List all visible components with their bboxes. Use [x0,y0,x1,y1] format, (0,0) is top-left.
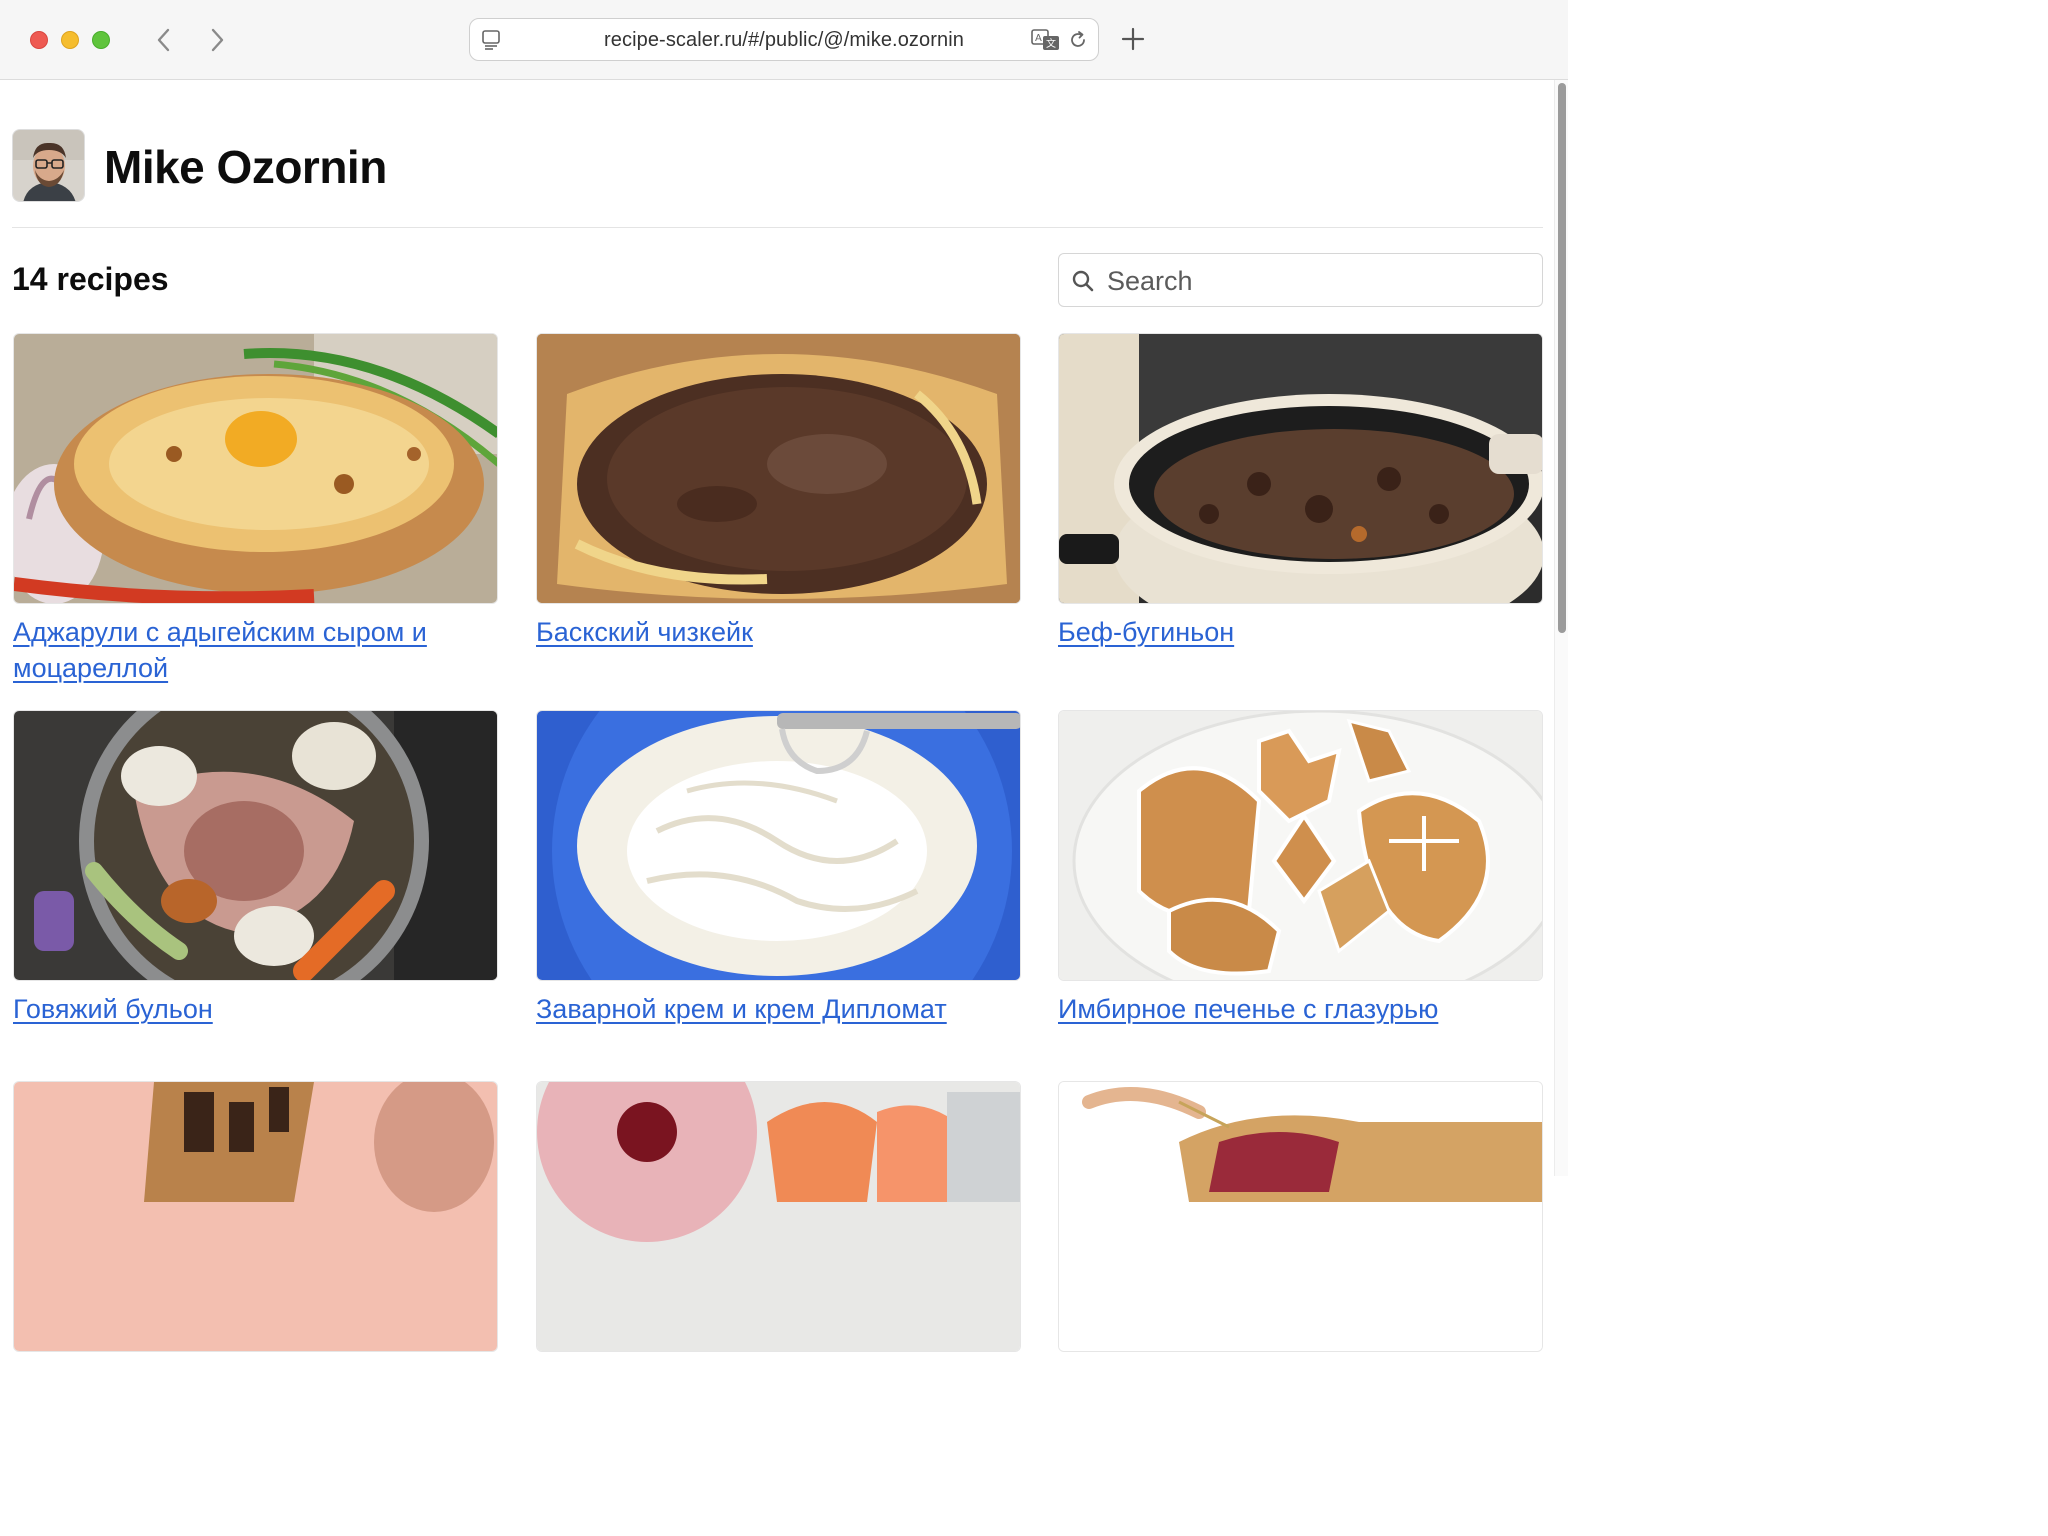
avatar [12,129,85,202]
recipe-photo[interactable] [536,1081,1021,1352]
recipe-photo[interactable] [1058,710,1543,981]
recipe-link[interactable]: Аджарули с адыгейским сыром и моцареллой [13,617,427,683]
header-divider [12,227,1543,228]
recipe-photo[interactable] [1058,1081,1543,1352]
forward-icon [211,28,224,52]
scrollbar[interactable] [1554,80,1568,1176]
zoom-window-button[interactable] [92,31,110,49]
search-icon [1071,269,1095,298]
scrollbar-thumb[interactable] [1558,83,1566,633]
minimize-window-button[interactable] [61,31,79,49]
url-text: recipe-scaler.ru/#/public/@/mike.ozornin [603,29,964,51]
svg-text:文: 文 [1046,37,1056,50]
close-window-button[interactable] [30,31,48,49]
recipe-link[interactable]: Имбирное печенье с глазурью [1058,994,1438,1024]
new-tab-icon [1121,27,1145,51]
browser-toolbar: recipe-scaler.ru/#/public/@/mike.ozornin… [0,0,1568,80]
recipe-photo[interactable] [13,1081,498,1352]
reload-icon[interactable] [1067,29,1089,56]
back-button[interactable] [148,24,180,56]
recipe-link[interactable]: Заварной крем и крем Дипломат [536,994,947,1024]
recipe-card [13,1081,498,1362]
translate-icon[interactable]: A文 [1031,28,1061,57]
recipe-link[interactable]: Беф-бугиньон [1058,617,1234,647]
recipe-photo[interactable] [536,333,1021,604]
recipe-card: Говяжий бульон [13,710,498,1027]
recipe-card [536,1081,1021,1362]
recipe-card: Заварной крем и крем Дипломат [536,710,1021,1027]
recipe-photo[interactable] [13,710,498,981]
recipe-card: Беф-бугиньон [1058,333,1543,650]
search-input[interactable] [1107,264,1527,298]
back-icon [157,28,170,52]
search-box [1058,253,1543,307]
svg-text:A: A [1035,33,1042,44]
recipe-card [1058,1081,1543,1362]
recipe-photo[interactable] [1058,333,1543,604]
recipe-link[interactable]: Баскский чизкейк [536,617,753,647]
recipe-count: 14 recipes [12,261,169,297]
recipe-link[interactable]: Говяжий бульон [13,994,213,1024]
profile-name: Mike Ozornin [104,141,387,193]
recipe-photo[interactable] [536,710,1021,981]
new-tab-button[interactable] [1118,24,1148,54]
recipe-photo[interactable] [13,333,498,604]
forward-button[interactable] [201,24,233,56]
recipe-card: Имбирное печенье с глазурью [1058,710,1543,1027]
recipe-card: Аджарули с адыгейским сыром и моцареллой [13,333,498,686]
recipe-card: Баскский чизкейк [536,333,1021,650]
address-bar[interactable]: recipe-scaler.ru/#/public/@/mike.ozornin… [469,18,1099,61]
